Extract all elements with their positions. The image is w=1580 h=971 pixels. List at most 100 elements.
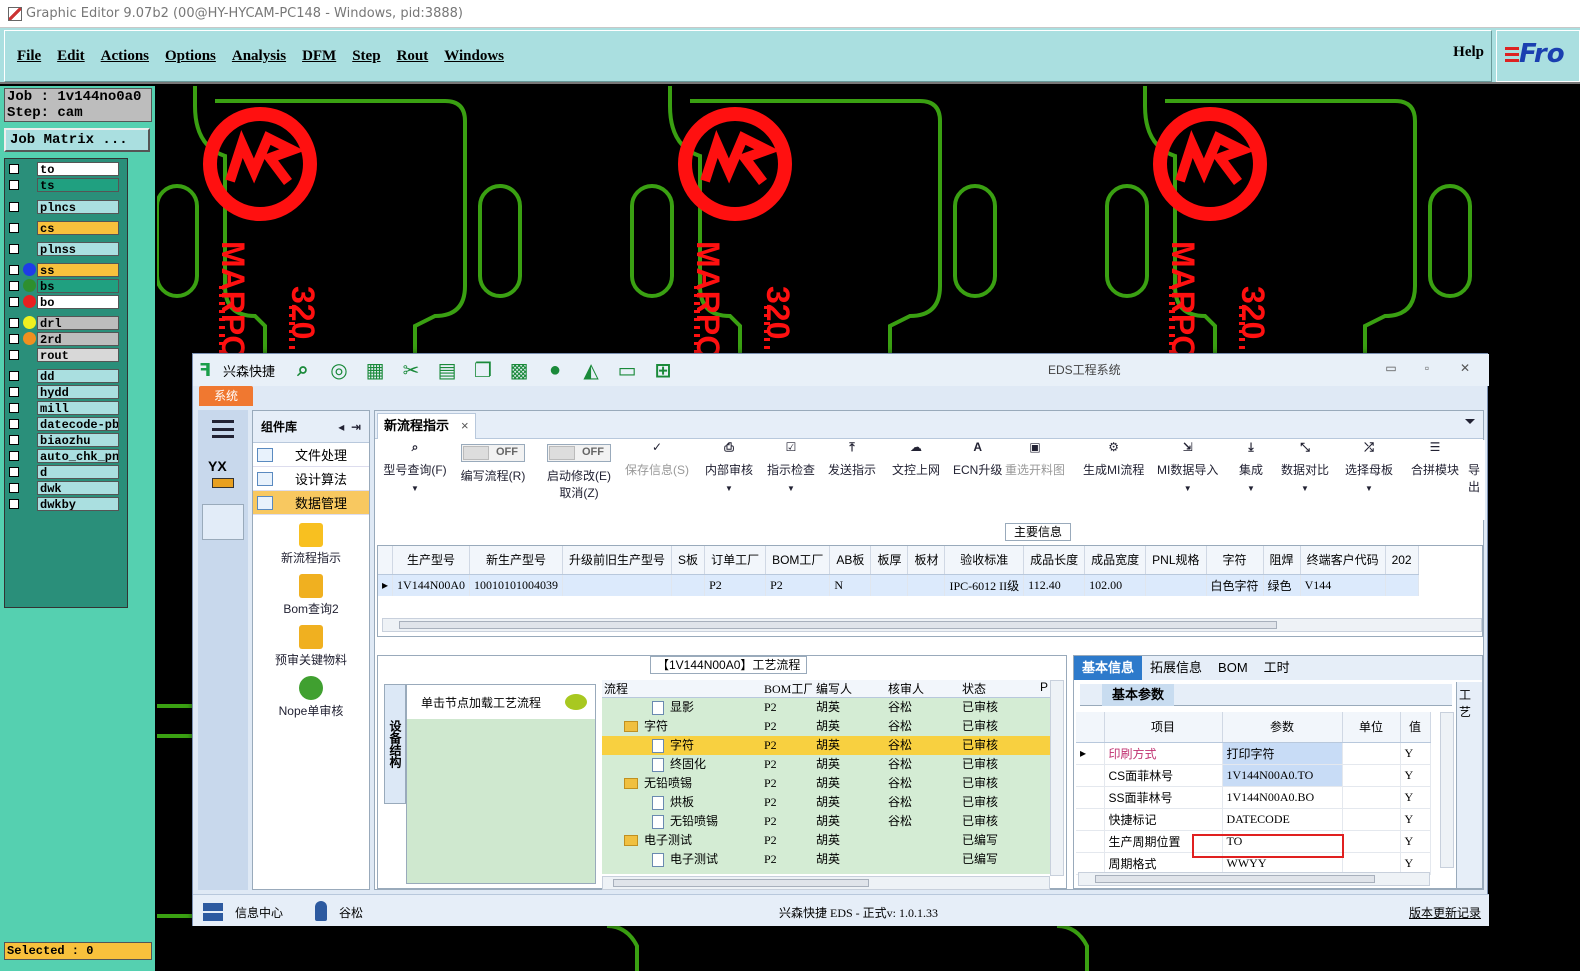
ribbon-button[interactable]: ☁ 文控上网 — [892, 440, 940, 478]
side-tab-equipment[interactable]: 设备结构 — [384, 684, 406, 804]
grid-header[interactable]: 成品长度 — [1023, 546, 1086, 575]
props-tab[interactable]: 工时 — [1256, 656, 1298, 680]
grid-cell[interactable] — [907, 574, 946, 596]
tree-header[interactable]: 核审人 — [884, 680, 958, 697]
grid-cell[interactable]: 10010101004039 — [469, 574, 564, 596]
layer-row[interactable]: drl — [7, 315, 119, 330]
layer-checkbox[interactable] — [9, 317, 19, 328]
grid-header[interactable]: 板厚 — [870, 546, 909, 575]
write-flow-toggle[interactable]: OFF 编写流程(R) — [457, 444, 529, 484]
pin-icon[interactable]: ◂ ⇥ — [338, 420, 361, 434]
hamburger-icon[interactable] — [212, 420, 234, 438]
layer-row[interactable]: auto_chk_pnl — [7, 448, 119, 463]
info-center-link[interactable]: 信息中心 — [235, 904, 283, 921]
layer-checkbox[interactable] — [9, 280, 19, 291]
scissors-icon[interactable]: ✂ — [397, 358, 425, 382]
ribbon-button[interactable]: ☑ 指示检查 ▼ — [767, 440, 815, 493]
grid-header[interactable]: 生产型号 — [392, 546, 471, 575]
tree-row[interactable]: 烘板 P2 胡英 谷松 已审核 — [602, 793, 1060, 812]
ribbon-button[interactable]: ▣ 重选开料图 — [1005, 440, 1065, 478]
ribbon-button[interactable]: ⚙ 生成MI流程 — [1083, 440, 1144, 478]
layer-row[interactable]: rout — [7, 347, 119, 362]
grid-header[interactable]: S板 — [671, 546, 706, 575]
minimize-button[interactable]: ▭ — [1383, 360, 1399, 376]
tree-header[interactable]: 编写人 — [812, 680, 884, 697]
tree-row[interactable]: 显影 P2 胡英 谷松 已审核 — [602, 698, 1060, 717]
layer-row[interactable]: plnss — [7, 241, 119, 256]
grid-header[interactable]: PNL规格 — [1145, 546, 1207, 575]
apps-grid-icon[interactable] — [203, 903, 223, 921]
tree-row[interactable]: 电子测试 P2 胡英 已编写 — [602, 850, 1060, 869]
tab-dropdown-icon[interactable] — [1465, 419, 1475, 429]
grid-cell[interactable]: IPC-6012 II级 — [944, 574, 1025, 596]
job-matrix-button[interactable]: Job Matrix ... — [4, 128, 150, 152]
props-row[interactable]: ▸ 印刷方式 打印字符 Y — [1076, 742, 1431, 765]
grid-cell[interactable]: 1V144N00A0 — [392, 574, 471, 596]
grid-header[interactable]: BOM工厂 — [765, 546, 831, 575]
tree-header[interactable]: 流程 — [602, 680, 760, 697]
ribbon-button[interactable]: 导出 — [1463, 440, 1485, 495]
menu-edit[interactable]: Edit — [57, 48, 85, 65]
copy-icon[interactable]: ❐ — [469, 358, 497, 382]
layer-checkbox[interactable] — [9, 333, 19, 344]
changelog-link[interactable]: 版本更新记录 — [1409, 904, 1481, 921]
props-header[interactable]: 项目 — [1104, 712, 1223, 743]
props-vscroll[interactable] — [1440, 712, 1454, 868]
search-icon[interactable]: ⌕ — [289, 358, 317, 382]
layer-row[interactable]: bo — [7, 294, 119, 309]
layer-row[interactable]: mill — [7, 400, 119, 415]
grid-cell[interactable] — [870, 574, 909, 596]
layer-row[interactable]: dwkby — [7, 496, 119, 511]
tree-hscroll[interactable] — [602, 876, 1050, 890]
tree-row[interactable]: 电子测试 P2 胡英 已编写 — [602, 831, 1060, 850]
props-header[interactable]: 值 — [1400, 712, 1431, 743]
ribbon-button[interactable]: ⎙ 内部审核 ▼ — [705, 440, 753, 493]
tree-row[interactable]: 字符 P2 胡英 谷松 已审核 — [602, 736, 1060, 755]
layer-checkbox[interactable] — [9, 370, 19, 381]
props-row[interactable]: 快捷标记 DATECODE Y — [1076, 808, 1431, 831]
maximize-button[interactable]: ▫ — [1419, 360, 1435, 376]
tab-new-flow[interactable]: 新流程指示 × — [377, 413, 476, 439]
grid-header[interactable]: 验收标准 — [944, 546, 1025, 575]
grid-cell[interactable]: 112.40 — [1023, 574, 1086, 596]
tree-row[interactable]: 终固化 P2 胡英 谷松 已审核 — [602, 755, 1060, 774]
layer-checkbox[interactable] — [9, 418, 19, 429]
ribbon-button[interactable]: ⤒ 发送指示 — [828, 440, 876, 478]
component-item[interactable]: 数据管理 — [253, 491, 369, 515]
tree-row[interactable]: 无铅喷锡 P2 胡英 谷松 已审核 — [602, 774, 1060, 793]
layer-checkbox[interactable] — [9, 434, 19, 445]
layer-row[interactable]: d — [7, 464, 119, 479]
props-param[interactable]: 1V144N00A0.TO — [1222, 764, 1343, 787]
layer-checkbox[interactable] — [9, 264, 19, 275]
menu-help[interactable]: Help — [1453, 44, 1484, 61]
grid-header[interactable]: 终端客户代码 — [1300, 546, 1386, 575]
edit-start-toggle[interactable]: OFF 启动修改(E) 取消(Z) — [539, 444, 619, 501]
lifebuoy-icon[interactable]: ◎ — [325, 358, 353, 382]
grid-cell[interactable]: P2 — [704, 574, 767, 596]
ribbon-button[interactable]: ⇲ MI数据导入 ▼ — [1157, 440, 1218, 493]
close-button[interactable]: ✕ — [1457, 360, 1473, 376]
grid-header[interactable]: 板材 — [907, 546, 946, 575]
component-shortcut[interactable]: 新流程指示 — [253, 523, 369, 566]
layer-row[interactable]: bs — [7, 278, 119, 293]
grid-header[interactable]: 新生产型号 — [469, 546, 564, 575]
menu-analysis[interactable]: Analysis — [232, 48, 286, 65]
grid-cell[interactable]: 102.00 — [1084, 574, 1147, 596]
ribbon-button[interactable]: A ECN升级 — [953, 440, 1002, 478]
layer-row[interactable]: dd — [7, 368, 119, 383]
tree-vscroll[interactable] — [1050, 680, 1064, 876]
ribbon-button[interactable]: ⤮ 选择母板 ▼ — [1345, 440, 1393, 493]
component-shortcut[interactable]: 预审关键物料 — [253, 625, 369, 668]
props-param[interactable]: 打印字符 — [1222, 742, 1343, 765]
grid-cell[interactable]: V144 — [1300, 574, 1386, 596]
layer-checkbox[interactable] — [9, 296, 19, 307]
layer-row[interactable]: hydd — [7, 384, 119, 399]
props-header[interactable]: 单位 — [1342, 712, 1401, 743]
grid-cell[interactable]: N — [829, 574, 872, 596]
grid-header[interactable]: AB板 — [829, 546, 872, 575]
layer-row[interactable]: 2rd — [7, 331, 119, 346]
model-search-button[interactable]: ⌕ 型号查询(F) ▼ — [379, 440, 451, 493]
props-row[interactable]: SS面菲林号 1V144N00A0.BO Y — [1076, 786, 1431, 809]
props-row[interactable]: CS面菲林号 1V144N00A0.TO Y — [1076, 764, 1431, 787]
yx-logo-icon[interactable]: YX — [208, 458, 227, 474]
